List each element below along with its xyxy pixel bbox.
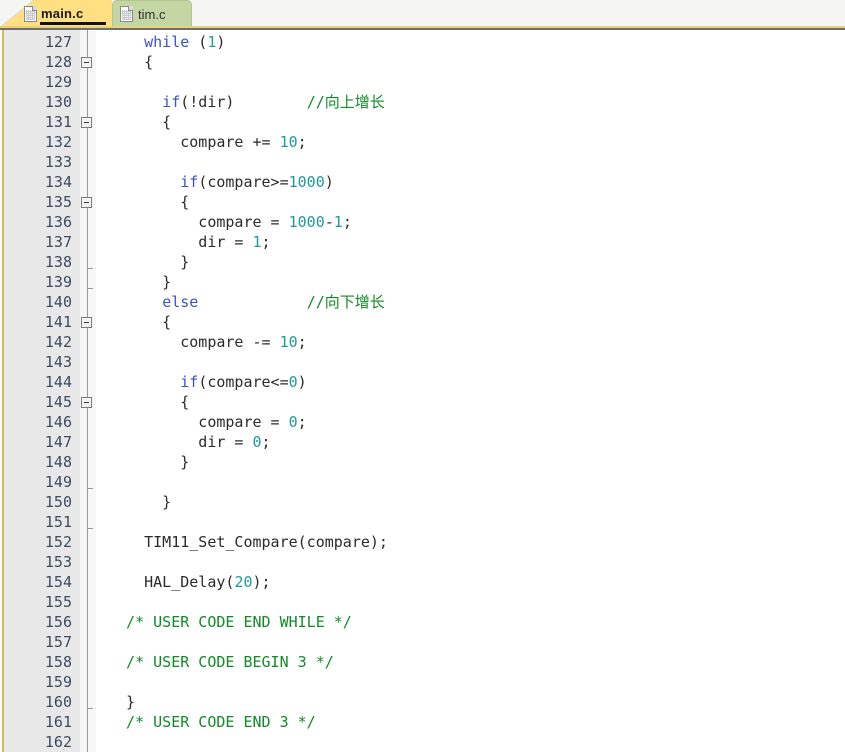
tab-label: main.c bbox=[41, 6, 84, 21]
fold-collapse-icon[interactable] bbox=[81, 317, 92, 328]
line-number: 136 bbox=[44, 213, 72, 231]
fold-collapse-icon[interactable] bbox=[81, 197, 92, 208]
code-line[interactable]: { bbox=[108, 192, 189, 212]
line-number: 130 bbox=[44, 93, 72, 111]
line-number: 150 bbox=[44, 493, 72, 511]
line-number: 142 bbox=[44, 333, 72, 351]
line-number: 159 bbox=[44, 673, 72, 691]
line-number: 137 bbox=[44, 233, 72, 251]
code-editor[interactable]: 127 128 129 130 131 132 133 134 135 136 137 138 139 1… bbox=[0, 30, 845, 752]
line-number: 128 bbox=[44, 53, 72, 71]
fold-collapse-icon[interactable] bbox=[81, 117, 92, 128]
code-line[interactable]: if(compare>=1000) bbox=[108, 172, 334, 192]
file-icon bbox=[120, 6, 133, 22]
code-text-area[interactable]: while (1) { if(!dir) //向上增长 { compare +=… bbox=[96, 30, 845, 752]
line-number: 133 bbox=[44, 153, 72, 171]
code-line[interactable]: if(compare<=0) bbox=[108, 372, 306, 392]
code-line[interactable]: compare -= 10; bbox=[108, 332, 306, 352]
line-number: 154 bbox=[44, 573, 72, 591]
code-line[interactable]: } bbox=[108, 252, 189, 272]
code-line[interactable]: else //向下增长 bbox=[108, 292, 385, 312]
code-line[interactable]: } bbox=[108, 492, 171, 512]
line-number: 152 bbox=[44, 533, 72, 551]
fold-end-marker bbox=[87, 528, 93, 529]
code-line[interactable]: /* USER CODE END WHILE */ bbox=[108, 612, 352, 632]
fold-end-marker bbox=[87, 488, 93, 489]
fold-end-marker bbox=[87, 708, 93, 709]
line-number: 160 bbox=[44, 693, 72, 711]
tab-label: tim.c bbox=[138, 6, 166, 22]
line-number: 156 bbox=[44, 613, 72, 631]
tab-main-c[interactable]: main.c bbox=[0, 0, 112, 27]
code-line[interactable]: { bbox=[108, 52, 153, 72]
code-line[interactable]: compare = 0; bbox=[108, 412, 306, 432]
code-folding-margin[interactable] bbox=[80, 30, 96, 752]
line-number: 155 bbox=[44, 593, 72, 611]
file-icon bbox=[24, 5, 37, 22]
line-number: 158 bbox=[44, 653, 72, 671]
line-number: 162 bbox=[44, 733, 72, 751]
code-line[interactable]: { bbox=[108, 112, 171, 132]
line-number: 141 bbox=[44, 313, 72, 331]
line-number: 153 bbox=[44, 553, 72, 571]
fold-collapse-icon[interactable] bbox=[81, 397, 92, 408]
code-line[interactable]: } bbox=[108, 272, 171, 292]
line-number: 149 bbox=[44, 473, 72, 491]
code-line[interactable]: { bbox=[108, 392, 189, 412]
code-line[interactable]: compare = 1000-1; bbox=[108, 212, 352, 232]
line-number: 138 bbox=[44, 253, 72, 271]
code-line[interactable]: /* USER CODE END 3 */ bbox=[108, 712, 316, 732]
code-line[interactable]: } bbox=[108, 452, 189, 472]
fold-end-marker bbox=[87, 288, 93, 289]
code-line[interactable]: compare += 10; bbox=[108, 132, 306, 152]
editor-tab-bar: main.c tim.c bbox=[0, 0, 845, 30]
active-tab-indicator bbox=[40, 22, 106, 25]
code-line[interactable]: while (1) bbox=[108, 32, 225, 52]
line-number: 148 bbox=[44, 453, 72, 471]
line-number: 140 bbox=[44, 293, 72, 311]
code-line[interactable]: { bbox=[108, 312, 171, 332]
line-number: 131 bbox=[44, 113, 72, 131]
line-number: 129 bbox=[44, 73, 72, 91]
line-number: 139 bbox=[44, 273, 72, 291]
line-number: 161 bbox=[44, 713, 72, 731]
line-number: 132 bbox=[44, 133, 72, 151]
code-line[interactable]: TIM11_Set_Compare(compare); bbox=[108, 532, 388, 552]
code-line[interactable]: HAL_Delay(20); bbox=[108, 572, 270, 592]
line-number-gutter: 127 128 129 130 131 132 133 134 135 136 137 138 139 1… bbox=[4, 30, 81, 752]
fold-guide-line bbox=[87, 30, 88, 752]
code-line[interactable]: if(!dir) //向上增长 bbox=[108, 92, 385, 112]
code-line[interactable]: dir = 1; bbox=[108, 232, 270, 252]
line-number: 146 bbox=[44, 413, 72, 431]
line-number: 145 bbox=[44, 393, 72, 411]
tab-tim-c[interactable]: tim.c bbox=[112, 0, 192, 27]
fold-collapse-icon[interactable] bbox=[81, 57, 92, 68]
line-number: 143 bbox=[44, 353, 72, 371]
line-number: 157 bbox=[44, 633, 72, 651]
code-line[interactable]: /* USER CODE BEGIN 3 */ bbox=[108, 652, 334, 672]
code-line[interactable]: } bbox=[108, 692, 135, 712]
line-number: 134 bbox=[44, 173, 72, 191]
line-number: 151 bbox=[44, 513, 72, 531]
fold-end-marker bbox=[87, 268, 93, 269]
line-number: 135 bbox=[44, 193, 72, 211]
line-number: 144 bbox=[44, 373, 72, 391]
line-number: 127 bbox=[44, 33, 72, 51]
line-number: 147 bbox=[44, 433, 72, 451]
code-line[interactable]: dir = 0; bbox=[108, 432, 270, 452]
